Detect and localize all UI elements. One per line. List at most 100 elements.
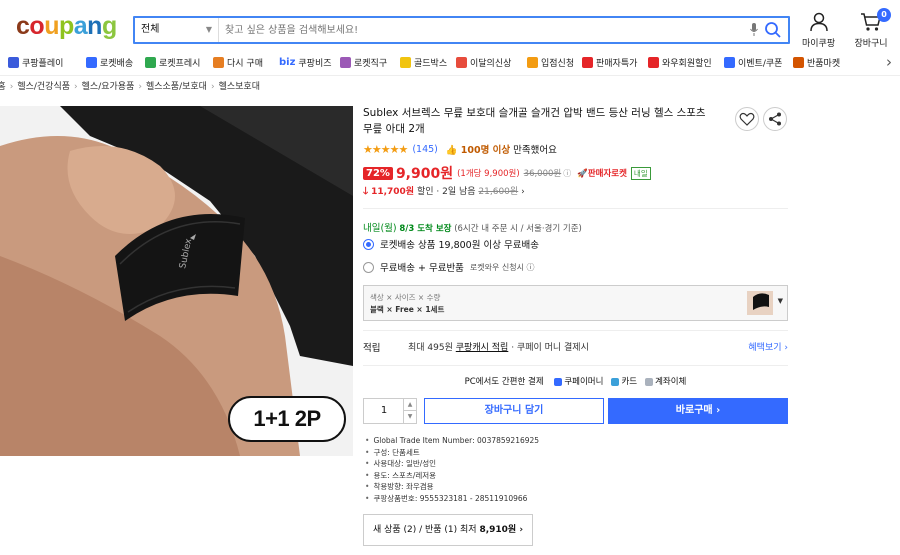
tomorrow-tag: 내일 — [630, 166, 651, 180]
menu-item-icon — [400, 57, 411, 68]
menu-item-label: 로켓배송 — [100, 59, 134, 69]
radio-unselected[interactable] — [363, 261, 374, 273]
share-button[interactable] — [763, 107, 787, 131]
promo-badge: 1+1 2P — [228, 396, 346, 442]
breadcrumb-item[interactable]: 헬스소품/보호대 — [146, 79, 207, 92]
logo-letter: a — [73, 12, 88, 40]
quantity-down-button[interactable]: ▼ — [403, 411, 416, 423]
menu-item-label: 이달의신상 — [470, 59, 512, 69]
mypage-link[interactable]: 마이쿠팡 — [802, 12, 835, 49]
attribute-item: 착용방향: 좌우겸용 — [365, 481, 539, 493]
menu-item-icon — [527, 57, 538, 68]
menu-item[interactable]: 로켓프레시 — [145, 56, 200, 69]
menu-item-label: 로켓직구 — [354, 59, 388, 69]
delivery-note: (6시간 내 주문 시 / 서울·경기 기준) — [454, 224, 582, 234]
menu-item-label: 판매자특가 — [596, 59, 638, 69]
attribute-item: 쿠팡상품번호: 9555323181 - 28511910966 — [365, 493, 539, 505]
option-values: 블랙 × Free × 1세트 — [370, 305, 445, 314]
share-icon — [769, 112, 781, 126]
payment-method-label: 계좌이체 — [655, 377, 687, 387]
satisfaction-count: 100명 이상 — [460, 145, 511, 156]
menu-item-icon — [145, 57, 156, 68]
payment-method-icon — [554, 377, 563, 386]
product-image[interactable]: Sublex 1+1 2P — [0, 106, 353, 456]
menu-item[interactable]: 로켓직구 — [340, 56, 387, 69]
breadcrumb-item[interactable]: 헬스보호대 — [219, 79, 260, 92]
search-icon[interactable] — [764, 21, 782, 39]
other-sellers-button[interactable]: 새 상품 (2) / 반품 (1) 최저 8,910원 › — [363, 514, 533, 546]
menu-item[interactable]: 입점신청 — [527, 56, 574, 69]
menu-item-icon — [793, 57, 804, 68]
microphone-icon[interactable] — [750, 23, 758, 36]
info-icon[interactable]: ⓘ — [563, 168, 571, 179]
chevron-right-icon: › — [521, 187, 525, 197]
menu-item[interactable]: 이벤트/쿠폰 — [724, 56, 782, 69]
delivery-date: 내일(월) 8/3 도착 보장 (6시간 내 주문 시 / 서울·경기 기준) — [363, 220, 582, 234]
quantity-stepper: 1 ▲ ▼ — [363, 398, 417, 424]
payment-method-icon — [611, 377, 620, 386]
cart-count-badge: 0 — [877, 8, 891, 22]
coupon-row[interactable]: 🡓 11,700원 할인 · 2일 남음 21,600원 › — [363, 184, 525, 201]
shipping-option-rocket[interactable]: 로켓배송 상품 19,800원 이상 무료배송 — [363, 237, 539, 251]
menu-item-label: 반품마켓 — [807, 59, 841, 69]
sale-price: 9,900원 — [395, 166, 454, 182]
wow-note: 로켓와우 신청시 ⓘ — [469, 262, 535, 272]
cart-label: 장바구니 — [854, 39, 888, 49]
rocket-seller-label: 판매자로켓 — [587, 169, 627, 179]
menu-item-icon — [213, 57, 224, 68]
shipping-option-wow[interactable]: 무료배송 + 무료반품 로켓와우 신청시 ⓘ — [363, 260, 535, 274]
chevron-down-icon: ▼ — [205, 25, 212, 34]
coupon-price: 11,700원 — [371, 187, 415, 197]
menu-item[interactable]: 골드박스 — [400, 56, 447, 69]
search-input[interactable] — [225, 18, 745, 42]
quantity-input[interactable]: 1 — [364, 399, 404, 423]
benefits-link[interactable]: 혜택보기 › — [748, 340, 788, 353]
menu-item[interactable]: 로켓배송 — [86, 56, 133, 69]
breadcrumb-item[interactable]: 헬스/요가용품 — [82, 79, 135, 92]
cash-reward-link[interactable]: 쿠팡캐시 적립 — [456, 343, 509, 353]
cart-link[interactable]: 장바구니 0 — [848, 8, 894, 49]
menu-item-label: 와우회원할인 — [662, 59, 712, 69]
menu-item[interactable]: 반품마켓 — [793, 56, 840, 69]
add-to-cart-button[interactable]: 장바구니 담기 — [424, 398, 604, 424]
quantity-up-button[interactable]: ▲ — [403, 399, 416, 411]
buy-now-button[interactable]: 바로구매 › — [608, 398, 788, 424]
attribute-item: 사용대상: 일반/성인 — [365, 458, 539, 470]
logo-letter: o — [29, 12, 45, 40]
breadcrumb-item[interactable]: 헬스/건강식품 — [17, 79, 70, 92]
star-rating-icon[interactable]: ★★★★★ — [363, 143, 408, 156]
chevron-right-icon: › — [74, 82, 78, 92]
coupon-text: 할인 · 2일 남음 — [416, 187, 476, 197]
breadcrumb-item[interactable]: 쿠팡 홈 — [0, 79, 6, 92]
menu-item[interactable]: 다시 구매 — [213, 56, 263, 69]
coupang-logo[interactable]: coupang — [16, 12, 117, 41]
divider — [363, 365, 788, 366]
chevron-right-icon[interactable]: › — [886, 53, 892, 71]
discount-badge: 72% — [363, 166, 393, 180]
menu-item[interactable]: 쿠팡플레이 — [8, 56, 63, 69]
menu-item-label: 입점신청 — [541, 59, 575, 69]
radio-selected[interactable] — [363, 238, 374, 250]
menu-item[interactable]: biz 쿠팡비즈 — [279, 56, 332, 69]
menu-item[interactable]: 판매자특가 — [582, 56, 637, 69]
category-select[interactable]: 전체 ▼ — [135, 18, 219, 42]
menu-item[interactable]: 와우회원할인 — [648, 56, 712, 69]
attribute-item: 용도: 스포츠/레저용 — [365, 470, 539, 482]
reward-text: 최대 495원 쿠팡캐시 적립 · 쿠페이 머니 결제시 — [408, 340, 589, 353]
heart-icon — [739, 112, 755, 126]
shipping-option-label: 무료배송 + 무료반품 — [380, 263, 464, 274]
menu-item-label: 골드박스 — [414, 59, 448, 69]
breadcrumb: 쿠팡 홈›헬스/건강식품›헬스/요가용품›헬스소품/보호대›헬스보호대 — [0, 79, 900, 97]
reward-condition: · 쿠페이 머니 결제시 — [511, 343, 589, 353]
menu-item-icon — [456, 57, 467, 68]
review-count-link[interactable]: (145) — [412, 144, 438, 155]
wishlist-button[interactable] — [735, 107, 759, 131]
divider — [363, 208, 788, 209]
payment-method-label: 쿠페이머니 — [564, 377, 604, 387]
user-icon — [809, 12, 828, 32]
menu-item[interactable]: 이달의신상 — [456, 56, 511, 69]
option-selector[interactable]: 색상 × 사이즈 × 수량 블랙 × Free × 1세트 ▼ — [363, 285, 788, 321]
original-price: 36,000원 — [523, 169, 562, 179]
logo-letter: p — [58, 12, 74, 40]
product-info: Sublex 서브렉스 무릎 보호대 슬개골 슬개건 압박 밴드 등산 러닝 헬… — [363, 100, 793, 555]
